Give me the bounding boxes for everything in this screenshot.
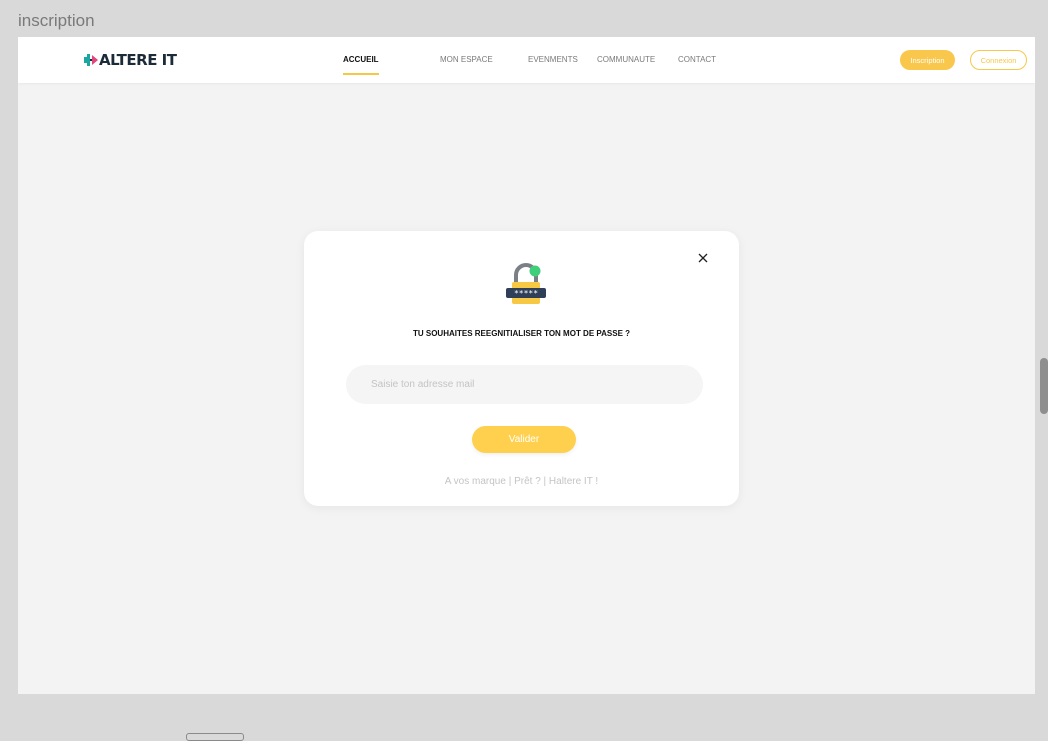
nav-active-indicator	[343, 73, 379, 75]
modal-title: TU SOUHAITES REEGNITIALISER TON MOT DE P…	[412, 329, 631, 338]
nav-item-communaute[interactable]: COMMUNAUTE	[597, 55, 655, 64]
nav-item-accueil[interactable]: ACCUEIL	[343, 55, 379, 64]
nav-item-mon-espace[interactable]: MON ESPACE	[440, 55, 493, 64]
nav-item-contact[interactable]: CONTACT	[678, 55, 716, 64]
frame-title: inscription	[18, 11, 95, 30]
brand-logo[interactable]: ALTERE IT	[84, 50, 177, 70]
logo-text: ALTERE IT	[99, 51, 177, 69]
scrollbar-thumb[interactable]	[1040, 358, 1048, 414]
nav-item-evenements[interactable]: EVENMENTS	[528, 55, 578, 64]
padlock-icon: *****	[506, 263, 546, 304]
dumbbell-icon	[84, 54, 98, 66]
close-button[interactable]	[695, 250, 711, 266]
submit-button[interactable]: Valider	[472, 426, 576, 453]
signup-button[interactable]: Inscription	[900, 50, 955, 70]
lock-code-text: *****	[514, 289, 538, 298]
tagline: A vos marque | Prêt ? | Haltere IT !	[444, 476, 599, 487]
reset-password-modal: ***** TU SOUHAITES REEGNITIALISER TON MO…	[304, 231, 739, 506]
top-navbar: ALTERE IT ACCUEIL MON ESPACE EVENMENTS C…	[18, 37, 1035, 83]
close-icon	[698, 253, 708, 263]
app-canvas: ALTERE IT ACCUEIL MON ESPACE EVENMENTS C…	[18, 37, 1035, 694]
login-button[interactable]: Connexion	[970, 50, 1027, 70]
email-input[interactable]	[346, 365, 703, 404]
bottom-chip	[186, 733, 244, 741]
